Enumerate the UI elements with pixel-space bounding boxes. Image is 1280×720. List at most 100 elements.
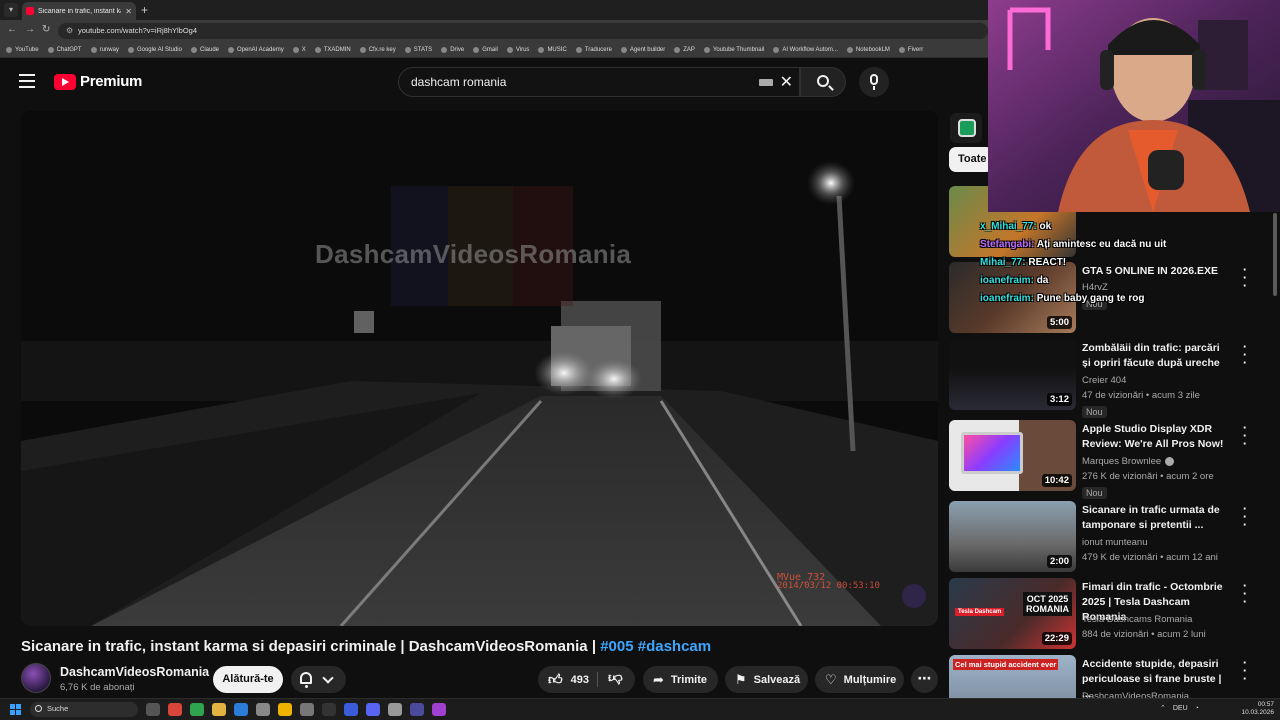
more-actions-button[interactable]: ⋯: [911, 666, 938, 693]
notification-settings-button[interactable]: [291, 666, 346, 693]
recommended-video[interactable]: 3:12 Zombăläii din trafic: parcări și opr…: [949, 339, 1249, 418]
more-vert-icon[interactable]: · · ·: [1242, 340, 1248, 369]
bookmark-item[interactable]: Claude: [190, 46, 219, 53]
bookmark-item[interactable]: X: [292, 46, 306, 53]
network-icon[interactable]: ◔: [1195, 705, 1199, 712]
bookmark-icon: [359, 46, 366, 53]
bookmark-item[interactable]: ZAP: [674, 46, 695, 53]
close-tab-icon[interactable]: ✕: [125, 7, 132, 16]
join-button[interactable]: Alătură-te: [213, 666, 283, 693]
youtube-premium-logo[interactable]: Premium: [54, 73, 142, 90]
app-icon[interactable]: [388, 703, 402, 716]
bookmark-item[interactable]: YouTube: [6, 46, 39, 53]
recommended-video-title[interactable]: Zombăläii din trafic: parcări și opriri …: [1082, 341, 1230, 371]
recommended-video-title[interactable]: Sicanare in trafic urmata de tamponare s…: [1082, 503, 1230, 533]
chevron-up-icon[interactable]: ⌃: [1160, 704, 1166, 712]
search-input[interactable]: dashcam romania ✕: [398, 67, 800, 97]
reload-icon[interactable]: ↻: [42, 24, 50, 35]
recommended-video-meta: 47 de vizionări • acum 3 zile: [1082, 390, 1200, 401]
filter-prev-icon[interactable]: [950, 113, 982, 143]
bookmark-item[interactable]: Fiverr: [898, 46, 923, 53]
scrollbar[interactable]: [1273, 213, 1277, 296]
bookmark-item[interactable]: ChatGPT: [47, 46, 82, 53]
save-button[interactable]: ⚑ Salvează: [725, 666, 808, 693]
voice-search-button[interactable]: [859, 67, 889, 97]
video-thumbnail[interactable]: 3:12: [949, 339, 1076, 410]
search-button[interactable]: [800, 67, 846, 97]
dislike-icon[interactable]: 👍︎: [608, 670, 623, 687]
site-info-icon[interactable]: ⚙: [66, 26, 73, 35]
file-explorer-icon[interactable]: [212, 703, 226, 716]
recommended-video-title[interactable]: Apple Studio Display XDR Review: We're A…: [1082, 422, 1230, 452]
task-view-icon[interactable]: [146, 703, 160, 716]
more-vert-icon[interactable]: · · ·: [1242, 656, 1248, 685]
tab-list-button[interactable]: ▾: [4, 3, 18, 17]
bookmark-item[interactable]: NotebookLM: [846, 46, 890, 53]
bookmark-icon: [674, 46, 681, 53]
bookmark-item[interactable]: runway: [90, 46, 119, 53]
forward-icon[interactable]: →: [25, 24, 35, 35]
clock[interactable]: 00:57 10.03.2026: [1240, 701, 1274, 717]
like-count[interactable]: 493: [571, 674, 589, 686]
channel-name[interactable]: DashcamVideosRomania: [60, 665, 209, 679]
thanks-button[interactable]: ♡ Mulțumire: [815, 666, 904, 693]
recommended-video-channel[interactable]: Tesla Dashcams Romania: [1082, 614, 1192, 625]
keyboard-icon[interactable]: [759, 79, 773, 86]
app-icon[interactable]: [300, 703, 314, 716]
store-icon[interactable]: [256, 703, 270, 716]
more-vert-icon[interactable]: · · ·: [1242, 421, 1248, 450]
browser-tab-active[interactable]: Sicanare in trafic, instant karma... ✕: [22, 2, 136, 20]
video-thumbnail[interactable]: 10:42: [949, 420, 1076, 491]
chat-username: ioanefraim:: [980, 275, 1034, 286]
app-icon[interactable]: [432, 703, 446, 716]
channel-avatar[interactable]: [21, 663, 51, 693]
bookmark-item[interactable]: STATS: [404, 46, 432, 53]
video-player[interactable]: DashcamVideosRomania MVue_732 2014/03/12…: [21, 111, 938, 626]
recommended-video[interactable]: Tesla Dashcam OCT 2025 ROMANIA 22:29 Fimari …: [949, 578, 1249, 650]
app-icon[interactable]: [190, 703, 204, 716]
recommended-video-channel[interactable]: Marques Brownlee: [1082, 456, 1175, 467]
recommended-video-channel[interactable]: Creier 404: [1082, 375, 1126, 386]
discord-icon[interactable]: [366, 703, 380, 716]
like-icon[interactable]: 👍︎: [548, 671, 563, 688]
bookmark-item[interactable]: AI Workflow Autom...: [773, 46, 838, 53]
clear-search-icon[interactable]: ✕: [780, 72, 793, 92]
bookmark-item[interactable]: Agent builder: [620, 46, 665, 53]
filter-chip-all[interactable]: Toate: [949, 147, 993, 172]
recommended-video[interactable]: 2:00 Sicanare in trafic urmata de tampona…: [949, 501, 1249, 573]
back-icon[interactable]: ←: [7, 24, 17, 35]
bookmark-item[interactable]: Virus: [506, 46, 529, 53]
more-vert-icon[interactable]: · · ·: [1242, 502, 1248, 531]
share-button[interactable]: ➦ Trimite: [643, 666, 718, 693]
app-icon[interactable]: [410, 703, 424, 716]
more-vert-icon[interactable]: · · ·: [1242, 579, 1248, 608]
bookmark-item[interactable]: MUSIC: [538, 46, 567, 53]
menu-icon[interactable]: [19, 74, 35, 88]
app-icon[interactable]: [168, 703, 182, 716]
app-icon[interactable]: [344, 703, 358, 716]
bookmark-item[interactable]: TXADMIN: [314, 46, 351, 53]
url-field[interactable]: ⚙ youtube.com/watch?v=iRj8hYlbOg4: [58, 23, 988, 39]
windows-start-icon[interactable]: [10, 704, 21, 715]
video-hashtags[interactable]: #005 #dashcam: [600, 638, 711, 655]
recommended-video[interactable]: 10:42 Apple Studio Display XDR Review: We…: [949, 420, 1249, 499]
video-thumbnail[interactable]: Tesla Dashcam OCT 2025 ROMANIA 22:29: [949, 578, 1076, 649]
new-tab-button[interactable]: +: [141, 2, 148, 18]
language-indicator[interactable]: DEU: [1173, 705, 1188, 712]
bookmark-item[interactable]: Youtube Thumbnail: [703, 46, 764, 53]
taskbar-search[interactable]: Suche: [30, 702, 138, 717]
bookmark-item[interactable]: Traducere: [575, 46, 612, 53]
bookmark-item[interactable]: Drive: [441, 46, 464, 53]
app-icon[interactable]: [322, 703, 336, 716]
edge-icon[interactable]: [234, 703, 248, 716]
recommended-video-channel[interactable]: ionut munteanu: [1082, 537, 1148, 548]
bookmark-item[interactable]: Cfx.re key: [359, 46, 396, 53]
bookmark-item[interactable]: Gmail: [473, 46, 498, 53]
video-thumbnail[interactable]: 2:00: [949, 501, 1076, 572]
bookmark-item[interactable]: Google AI Studio: [127, 46, 182, 53]
more-vert-icon[interactable]: · · ·: [1242, 263, 1248, 292]
chrome-icon[interactable]: [278, 703, 292, 716]
streamer-webcam: [988, 0, 1280, 212]
search-icon: [35, 705, 42, 712]
bookmark-item[interactable]: OpenAI Academy: [228, 46, 284, 53]
